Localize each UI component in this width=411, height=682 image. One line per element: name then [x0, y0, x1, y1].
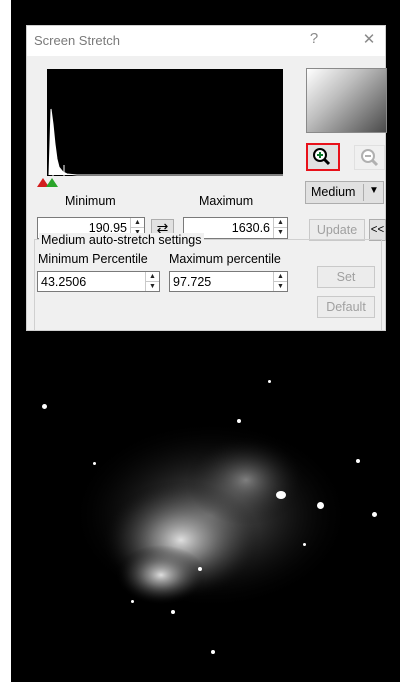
- star: [131, 600, 134, 603]
- max-percentile-field[interactable]: 97.725 ▲ ▼: [169, 271, 288, 292]
- star: [198, 567, 202, 571]
- star: [276, 491, 286, 499]
- zoom-out-button[interactable]: [354, 145, 385, 170]
- spin-up-icon[interactable]: ▲: [274, 218, 287, 228]
- min-percentile-label: Minimum Percentile: [38, 252, 148, 266]
- min-max-markers[interactable]: [37, 176, 59, 188]
- default-button[interactable]: Default: [317, 296, 375, 318]
- min-percentile-field[interactable]: 43.2506 ▲ ▼: [37, 271, 160, 292]
- update-button[interactable]: Update: [309, 219, 365, 241]
- max-percentile-spinner[interactable]: ▲ ▼: [273, 272, 287, 291]
- spin-up-icon[interactable]: ▲: [131, 218, 144, 228]
- min-percentile-value: 43.2506: [41, 275, 87, 289]
- spin-down-icon[interactable]: ▼: [274, 282, 287, 292]
- max-percentile-label: Maximum percentile: [169, 252, 281, 266]
- minimum-label: Minimum: [65, 194, 116, 208]
- maximum-label: Maximum: [199, 194, 254, 208]
- min-percentile-spinner[interactable]: ▲ ▼: [145, 272, 159, 291]
- help-button[interactable]: ?: [301, 30, 327, 47]
- window-title: Screen Stretch: [34, 33, 120, 48]
- close-button[interactable]: ✕: [356, 30, 382, 48]
- screen-stretch-dialog: Screen Stretch ? ✕ Minimum Maximum Mediu…: [26, 25, 387, 331]
- zoom-in-icon: [313, 148, 331, 166]
- preset-value: Medium: [311, 185, 356, 199]
- star: [372, 512, 377, 517]
- star: [356, 459, 360, 463]
- collapse-button[interactable]: <<: [369, 219, 386, 241]
- histogram-curve: [48, 108, 283, 176]
- max-percentile-value: 97.725: [173, 275, 212, 289]
- star: [93, 462, 96, 465]
- star: [317, 502, 324, 509]
- zoom-out-icon: [361, 149, 379, 167]
- histogram[interactable]: [47, 69, 283, 176]
- set-button[interactable]: Set: [317, 266, 375, 288]
- maximum-spinner[interactable]: ▲ ▼: [273, 218, 287, 238]
- star: [171, 610, 175, 614]
- star: [237, 419, 241, 423]
- star: [268, 380, 271, 383]
- preset-dropdown[interactable]: Medium ▼: [305, 181, 384, 204]
- dropdown-divider: [363, 184, 364, 201]
- maximum-value: 1630.6: [231, 221, 270, 235]
- zoom-in-button[interactable]: [306, 143, 340, 171]
- spin-down-icon[interactable]: ▼: [146, 282, 159, 292]
- spin-up-icon[interactable]: ▲: [146, 272, 159, 282]
- max-marker-icon[interactable]: [46, 178, 58, 187]
- star: [211, 650, 215, 654]
- title-bar: Screen Stretch ? ✕: [27, 26, 385, 56]
- stretch-preview: [306, 68, 387, 133]
- spin-down-icon[interactable]: ▼: [274, 228, 287, 238]
- star: [42, 404, 47, 409]
- spin-up-icon[interactable]: ▲: [274, 272, 287, 282]
- auto-stretch-group-label: Medium auto-stretch settings: [39, 233, 204, 247]
- star: [303, 543, 306, 546]
- chevron-down-icon: ▼: [369, 185, 379, 196]
